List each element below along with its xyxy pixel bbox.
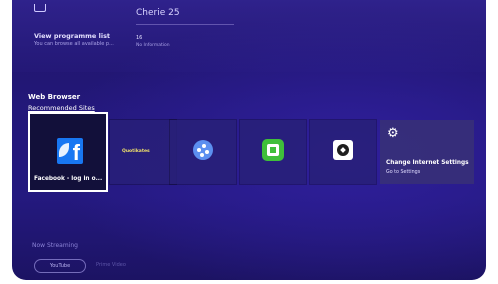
channel-info-panel: Cherie 25 View programme list You can br… (12, 0, 486, 72)
site-tile-facebook[interactable]: f Facebook - log in o... (28, 112, 108, 192)
tv-icon[interactable] (34, 4, 46, 12)
dots-circle-icon (193, 140, 213, 160)
youtube-button[interactable]: YouTube (34, 259, 86, 273)
web-browser-title: Web Browser (28, 93, 81, 101)
gear-icon: ⚙ (387, 126, 399, 141)
site-tile-dots[interactable] (170, 120, 236, 184)
programme-list-title[interactable]: View programme list (34, 32, 110, 40)
site-tile-green-app[interactable] (240, 120, 306, 184)
recommended-sites-label: Recommended Sites (28, 104, 95, 112)
settings-subtitle: Go to Settings (386, 170, 421, 175)
tv-screen: Cherie 25 View programme list You can br… (12, 0, 486, 280)
soccer-ball-icon (333, 140, 353, 160)
prime-video-button[interactable]: Prime Video (96, 262, 126, 268)
green-app-icon (262, 139, 284, 161)
divider (136, 24, 234, 25)
quotikates-logo: Quotikates (122, 149, 150, 154)
site-tile-soccer[interactable] (310, 120, 376, 184)
site-tile-label: Facebook - log in o... (34, 176, 103, 182)
channel-number: 16 (136, 35, 143, 41)
facebook-icon: f (57, 138, 83, 165)
channel-info-text: No Information (136, 43, 170, 48)
programme-list-subtitle: You can browse all available p... (34, 41, 114, 47)
site-tile-quotikates[interactable]: Quotikates (110, 120, 176, 184)
settings-title: Change Internet Settings (386, 160, 469, 166)
change-internet-settings-tile[interactable]: ⚙ Change Internet Settings Go to Setting… (380, 120, 474, 184)
now-streaming-title: Now Streaming (32, 242, 78, 249)
channel-name: Cherie 25 (136, 8, 180, 18)
